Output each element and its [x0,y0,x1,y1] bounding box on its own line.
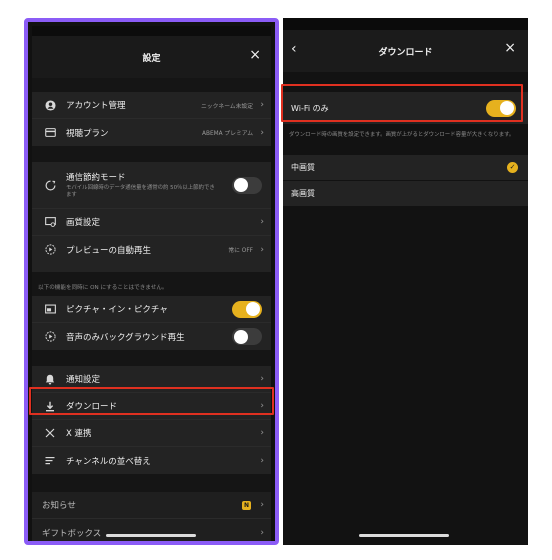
pip-label: ピクチャ・イン・ピクチャ [66,305,168,315]
home-indicator [359,534,449,537]
download-screen: ‹ ダウンロード × Wi-Fi のみ ダウンロード時の画質を設定できます。画質… [283,18,528,545]
settings-screen-frame: 設定 × アカウント管理 ニックネーム未設定 › 視聴プラン ABEMA プレミ… [24,18,279,545]
download-header: ‹ ダウンロード × [283,30,528,72]
pip-item[interactable]: ピクチャ・イン・ピクチャ [32,296,271,323]
download-icon [42,398,58,414]
page-title: 設定 [142,53,161,64]
account-section: アカウント管理 ニックネーム未設定 › 視聴プラン ABEMA プレミアム › [32,92,271,146]
chevron-right-icon: › [260,217,264,227]
news-item[interactable]: お知らせ N › [32,492,271,519]
notification-settings-item[interactable]: 通知設定 › [32,366,271,393]
preview-autoplay-item[interactable]: プレビューの自動再生 常に OFF › [32,236,271,263]
close-button[interactable]: × [249,48,261,62]
chevron-right-icon: › [260,100,264,110]
data-saver-item[interactable]: 通信節約モード モバイル回線時のデータ通信量を通常の約 50％以上節約できます [32,162,271,209]
background-audio-icon [42,329,58,345]
card-icon [42,125,58,141]
pip-icon [42,301,58,317]
account-management-label: アカウント管理 [66,101,126,111]
sort-icon [42,453,58,469]
quality-option-label: 中画質 [291,163,315,172]
autoplay-icon [42,242,58,258]
gift-box-label: ギフトボックス [42,528,102,539]
chevron-right-icon: › [260,455,264,466]
wifi-only-item[interactable]: Wi-Fi のみ [283,92,528,124]
chevron-right-icon: › [260,428,264,438]
quality-description: ダウンロード時の画質を設定できます。画質が上がるとダウンロード容量が大きくなりま… [289,132,515,138]
new-badge: N [242,500,251,510]
bell-icon [42,371,58,387]
x-link-item[interactable]: X 連携 › [32,420,271,447]
wifi-only-toggle[interactable] [486,99,516,117]
chevron-right-icon: › [260,401,264,411]
account-management-item[interactable]: アカウント管理 ニックネーム未設定 › [32,92,271,119]
data-saver-icon [42,177,58,193]
channel-order-item[interactable]: チャンネルの並べ替え › [32,447,271,474]
download-label: ダウンロード [66,402,118,412]
preview-autoplay-value: 常に OFF [228,248,253,254]
quality-icon [42,214,58,230]
quality-option-high[interactable]: 高画質 [283,181,528,206]
user-icon [42,97,58,113]
page-title: ダウンロード [378,47,433,58]
data-saver-label: 通信節約モード [66,173,126,183]
wifi-only-label: Wi-Fi のみ [291,103,329,113]
notification-settings-label: 通知設定 [66,375,101,385]
account-nickname-value: ニックネーム未設定 [201,103,253,110]
status-bar [32,26,271,36]
other-settings-section: 通知設定 › ダウンロード › X 連携 › チャンネルの並べ替え › [32,366,271,474]
download-item[interactable]: ダウンロード › [32,393,271,420]
gift-box-item[interactable]: ギフトボックス › [32,519,271,541]
chevron-right-icon: › [260,527,264,538]
viewing-plan-item[interactable]: 視聴プラン ABEMA プレミアム › [32,119,271,146]
background-audio-label: 音声のみバックグラウンド再生 [66,332,185,343]
viewing-plan-label: 視聴プラン [66,128,109,139]
x-link-label: X 連携 [66,429,92,439]
playback-section: 通信節約モード モバイル回線時のデータ通信量を通常の約 50％以上節約できます … [32,162,271,272]
quality-option-label: 高画質 [291,189,315,198]
quality-settings-label: 画質設定 [66,218,101,228]
pip-toggle[interactable] [232,300,262,318]
data-saver-description: モバイル回線時のデータ通信量を通常の約 50％以上節約できます [66,185,215,198]
preview-autoplay-label: プレビューの自動再生 [66,245,152,256]
chevron-right-icon: › [260,500,264,510]
news-label: お知らせ [42,501,76,511]
channel-order-label: チャンネルの並べ替え [66,456,151,467]
background-play-section: ピクチャ・イン・ピクチャ 音声のみバックグラウンド再生 [32,296,271,350]
chevron-right-icon: › [260,127,264,138]
exclusive-features-note: 以下の機能を同時に ON にすることはできません。 [38,285,168,291]
chevron-right-icon: › [260,244,264,255]
data-saver-toggle[interactable] [232,176,262,194]
settings-screen: 設定 × アカウント管理 ニックネーム未設定 › 視聴プラン ABEMA プレミ… [32,26,271,541]
background-audio-item[interactable]: 音声のみバックグラウンド再生 [32,323,271,350]
quality-option-medium[interactable]: 中画質 ✓ [283,155,528,180]
background-audio-toggle[interactable] [232,328,262,345]
status-bar [283,18,528,30]
chevron-right-icon: › [260,374,264,384]
download-body: Wi-Fi のみ ダウンロード時の画質を設定できます。画質が上がるとダウンロード… [283,72,528,545]
back-chevron-icon[interactable]: ‹ [291,41,297,57]
close-button[interactable]: × [504,41,516,55]
check-icon: ✓ [507,162,518,173]
viewing-plan-value: ABEMA プレミアム [202,131,253,137]
x-logo-icon [42,425,58,441]
settings-header: 設定 × [32,36,271,78]
quality-settings-item[interactable]: 画質設定 › [32,209,271,236]
home-indicator [106,534,196,537]
